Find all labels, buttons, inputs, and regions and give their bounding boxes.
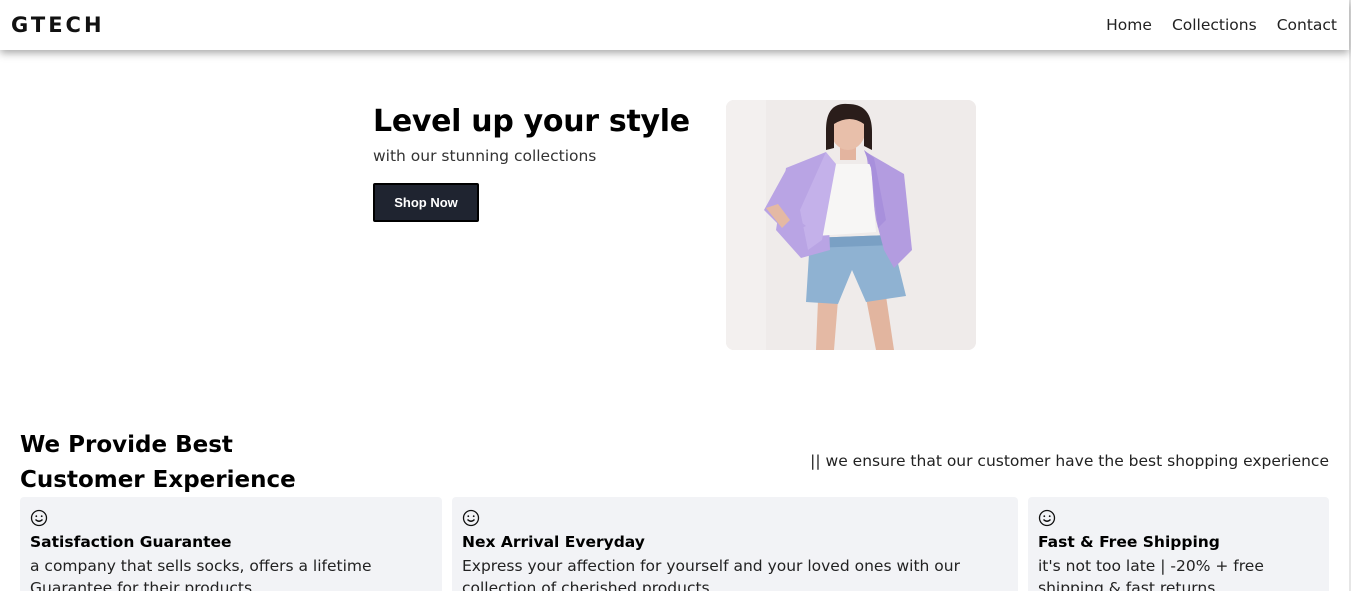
- features-title-line1: We Provide Best: [20, 432, 233, 458]
- feature-card-title: Nex Arrival Everyday: [462, 533, 645, 551]
- nav-links: Home Collections Contact: [1106, 16, 1337, 34]
- hero-subtitle: with our stunning collections: [373, 147, 597, 165]
- nav-link-collections[interactable]: Collections: [1172, 16, 1257, 34]
- features-title-line2: Customer Experience: [20, 467, 296, 493]
- smile-icon: [1038, 509, 1056, 527]
- smile-icon: [30, 509, 48, 527]
- smile-icon: [462, 509, 480, 527]
- model-illustration: [726, 100, 976, 350]
- nav-link-contact[interactable]: Contact: [1277, 16, 1337, 34]
- feature-card-satisfaction: Satisfaction Guarantee a company that se…: [20, 497, 442, 591]
- feature-card-shipping: Fast & Free Shipping it's not too late |…: [1028, 497, 1329, 591]
- features-tagline: || we ensure that our customer have the …: [810, 452, 1329, 470]
- hero-title: Level up your style: [373, 104, 690, 139]
- feature-card-text: Express your affection for yourself and …: [462, 557, 960, 591]
- hero-text: Level up your style with our stunning co…: [373, 104, 703, 165]
- navbar: GTECH Home Collections Contact: [0, 0, 1349, 50]
- feature-card-new-arrival: Nex Arrival Everyday Express your affect…: [452, 497, 1018, 591]
- shop-now-button[interactable]: Shop Now: [373, 183, 479, 222]
- feature-card-text: a company that sells socks, offers a lif…: [30, 557, 372, 591]
- hero-model-image: [726, 100, 976, 350]
- feature-card-title: Satisfaction Guarantee: [30, 533, 232, 551]
- feature-card-text: it's not too late | -20% + free shipping…: [1038, 557, 1264, 591]
- nav-link-home[interactable]: Home: [1106, 16, 1152, 34]
- brand-logo[interactable]: GTECH: [11, 13, 105, 37]
- feature-card-title: Fast & Free Shipping: [1038, 533, 1220, 551]
- features-title: We Provide Best Customer Experience: [20, 428, 320, 498]
